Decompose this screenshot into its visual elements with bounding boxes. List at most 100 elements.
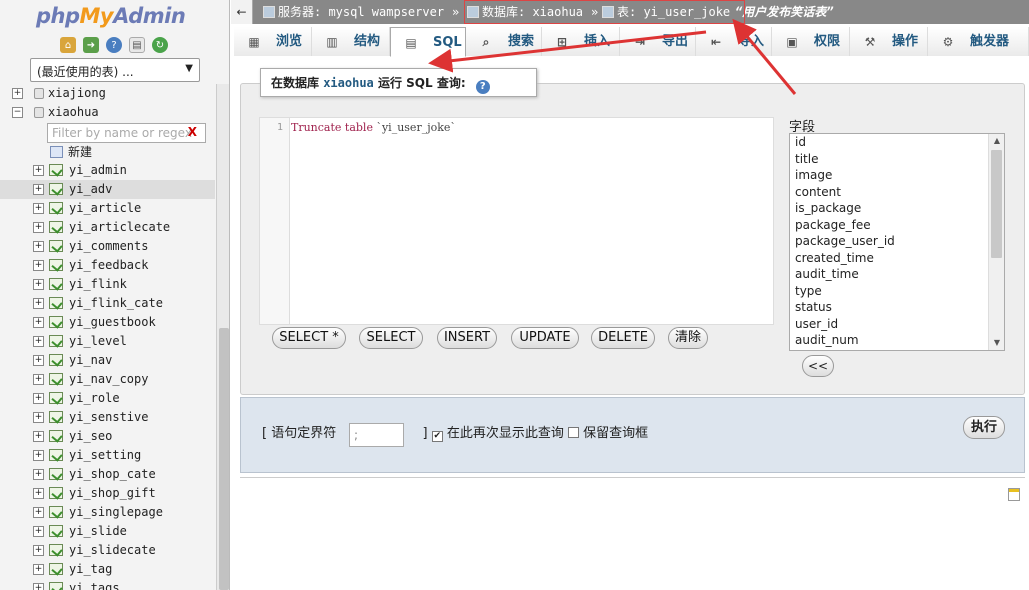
- database-item-xiajiong[interactable]: + xiajiong: [0, 84, 215, 103]
- table-icon[interactable]: [49, 544, 63, 556]
- select-star-button[interactable]: SELECT *: [272, 327, 346, 349]
- field-option[interactable]: id: [790, 134, 1004, 151]
- expand-icon[interactable]: +: [33, 469, 44, 480]
- expand-icon[interactable]: +: [33, 317, 44, 328]
- back-arrow-icon[interactable]: ←: [231, 0, 253, 24]
- tab-triggers[interactable]: ⚙ 触发器: [928, 27, 1029, 56]
- table-icon[interactable]: [49, 278, 63, 290]
- expand-icon[interactable]: +: [33, 450, 44, 461]
- expand-icon[interactable]: +: [33, 355, 44, 366]
- expand-icon[interactable]: +: [33, 222, 44, 233]
- table-item-yi_nav_copy[interactable]: + yi_nav_copy: [0, 370, 215, 389]
- expand-icon[interactable]: +: [33, 241, 44, 252]
- table-item-yi_slidecate[interactable]: + yi_slidecate: [0, 541, 215, 560]
- table-item-yi_tags[interactable]: + yi_tags: [0, 579, 215, 590]
- collapse-icon[interactable]: −: [12, 107, 23, 118]
- table-item-yi_adv[interactable]: + yi_adv: [0, 180, 215, 199]
- table-item-yi_setting[interactable]: + yi_setting: [0, 446, 215, 465]
- tab-browse[interactable]: ▦ 浏览: [234, 27, 312, 56]
- clear-button[interactable]: 清除: [668, 327, 708, 349]
- table-icon[interactable]: [49, 335, 63, 347]
- expand-icon[interactable]: +: [33, 279, 44, 290]
- table-icon[interactable]: [49, 487, 63, 499]
- recent-tables-select[interactable]: (最近使用的表) ... ▼: [30, 58, 200, 82]
- expand-icon[interactable]: +: [33, 298, 44, 309]
- new-table-link[interactable]: 新建: [48, 143, 92, 161]
- table-item-yi_level[interactable]: + yi_level: [0, 332, 215, 351]
- scroll-up-icon[interactable]: ▲: [989, 134, 1004, 148]
- table-icon[interactable]: [49, 164, 63, 176]
- tab-privileges[interactable]: ▣ 权限: [772, 27, 850, 56]
- table-filter-input[interactable]: Filter by name or regex X: [47, 123, 206, 143]
- breadcrumb-server[interactable]: 服务器: mysql wampserver: [263, 0, 444, 24]
- table-item-yi_tag[interactable]: + yi_tag: [0, 560, 215, 579]
- tab-import[interactable]: ⇤ 导入: [696, 27, 772, 56]
- table-item-yi_slide[interactable]: + yi_slide: [0, 522, 215, 541]
- expand-icon[interactable]: +: [33, 165, 44, 176]
- tab-export[interactable]: ⇥ 导出: [620, 27, 696, 56]
- phpmyadmin-logo[interactable]: phpMyAdmin: [36, 4, 186, 28]
- tab-sql[interactable]: ▤ SQL: [390, 27, 466, 57]
- expand-icon[interactable]: +: [33, 412, 44, 423]
- help-icon[interactable]: ?: [106, 37, 122, 53]
- table-item-yi_nav[interactable]: + yi_nav: [0, 351, 215, 370]
- sql-code[interactable]: Truncate table `yi_user_joke`: [291, 121, 456, 134]
- update-button[interactable]: UPDATE: [511, 327, 579, 349]
- expand-icon[interactable]: +: [33, 545, 44, 556]
- expand-icon[interactable]: +: [33, 507, 44, 518]
- table-item-yi_seo[interactable]: + yi_seo: [0, 427, 215, 446]
- table-item-yi_shop_cate[interactable]: + yi_shop_cate: [0, 465, 215, 484]
- tab-insert[interactable]: ⊞ 插入: [542, 27, 620, 56]
- table-icon[interactable]: [49, 468, 63, 480]
- table-icon[interactable]: [49, 240, 63, 252]
- reload-icon[interactable]: ↻: [152, 37, 168, 53]
- help-icon[interactable]: ?: [475, 80, 490, 94]
- clear-filter-icon[interactable]: X: [188, 125, 197, 139]
- field-option[interactable]: audit_num: [790, 332, 1004, 349]
- insert-field-button[interactable]: <<: [802, 355, 834, 377]
- table-icon[interactable]: [49, 202, 63, 214]
- expand-icon[interactable]: +: [12, 88, 23, 99]
- field-option[interactable]: title: [790, 151, 1004, 168]
- table-icon[interactable]: [49, 392, 63, 404]
- home-icon[interactable]: ⌂: [60, 37, 76, 53]
- table-icon[interactable]: [49, 183, 63, 195]
- table-icon[interactable]: [49, 259, 63, 271]
- expand-icon[interactable]: +: [33, 203, 44, 214]
- bookmark-icon[interactable]: [1008, 488, 1020, 501]
- expand-icon[interactable]: +: [33, 583, 44, 590]
- expand-icon[interactable]: +: [33, 336, 44, 347]
- table-icon[interactable]: [49, 506, 63, 518]
- database-item-xiaohua[interactable]: − xiaohua: [0, 103, 215, 122]
- select-button[interactable]: SELECT: [359, 327, 423, 349]
- show-again-checkbox[interactable]: ✔: [431, 431, 443, 442]
- field-option[interactable]: status: [790, 299, 1004, 316]
- table-item-yi_guestbook[interactable]: + yi_guestbook: [0, 313, 215, 332]
- expand-icon[interactable]: +: [33, 393, 44, 404]
- table-item-yi_feedback[interactable]: + yi_feedback: [0, 256, 215, 275]
- table-icon[interactable]: [49, 316, 63, 328]
- table-icon[interactable]: [49, 373, 63, 385]
- field-option[interactable]: user_id: [790, 316, 1004, 333]
- table-icon[interactable]: [49, 297, 63, 309]
- table-item-yi_shop_gift[interactable]: + yi_shop_gift: [0, 484, 215, 503]
- table-item-yi_role[interactable]: + yi_role: [0, 389, 215, 408]
- logout-icon[interactable]: ➜: [83, 37, 99, 53]
- table-icon[interactable]: [49, 563, 63, 575]
- tab-operations[interactable]: ⚒ 操作: [850, 27, 928, 56]
- fields-list[interactable]: id title image content is_package package_fee…: [789, 133, 1005, 351]
- field-option[interactable]: content: [790, 184, 1004, 201]
- delimiter-input[interactable]: ;: [349, 423, 404, 447]
- fields-scrollbar-thumb[interactable]: [991, 150, 1002, 258]
- field-option[interactable]: package_user_id: [790, 233, 1004, 250]
- expand-icon[interactable]: +: [33, 260, 44, 271]
- table-icon[interactable]: [49, 354, 63, 366]
- expand-icon[interactable]: +: [33, 184, 44, 195]
- table-icon[interactable]: [49, 525, 63, 537]
- fields-scrollbar[interactable]: ▲ ▼: [988, 134, 1004, 350]
- field-option[interactable]: is_package: [790, 200, 1004, 217]
- expand-icon[interactable]: +: [33, 488, 44, 499]
- table-item-yi_article[interactable]: + yi_article: [0, 199, 215, 218]
- insert-button[interactable]: INSERT: [437, 327, 497, 349]
- scroll-down-icon[interactable]: ▼: [989, 336, 1004, 350]
